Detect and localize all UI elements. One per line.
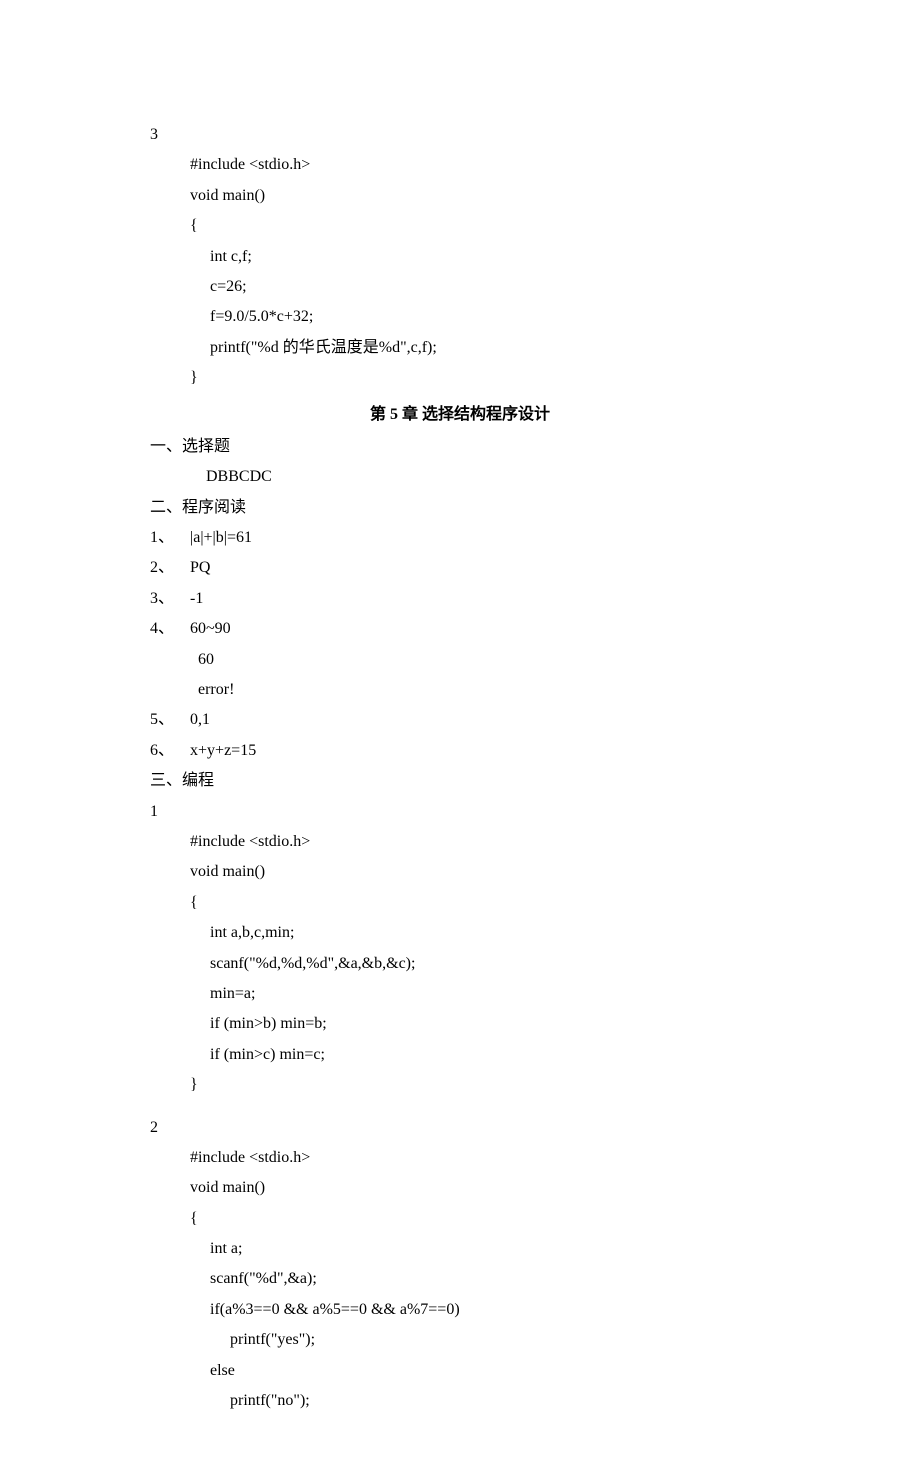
- chapter-title-a: 第: [370, 406, 386, 423]
- code-line: void main(): [150, 1173, 770, 1203]
- code-line: if(a%3==0 && a%5==0 && a%7==0): [150, 1295, 770, 1325]
- list-item-val: 60~90: [190, 620, 231, 637]
- chapter-title: 第 5 章 选择结构程序设计: [150, 400, 770, 430]
- code-line: printf("%d 的华氏温度是%d",c,f);: [150, 333, 770, 363]
- code-line: {: [150, 211, 770, 241]
- code-line: int c,f;: [150, 242, 770, 272]
- code-line: #include <stdio.h>: [150, 827, 770, 857]
- prog1-label: 1: [150, 797, 770, 827]
- code-line: int a;: [150, 1234, 770, 1264]
- list-item-num: 6、: [150, 742, 174, 759]
- section3-label: 三、编程: [150, 766, 770, 796]
- list-item-num: 1、: [150, 529, 174, 546]
- list-item: 5、 0,1: [150, 705, 770, 735]
- code-line: else: [150, 1356, 770, 1386]
- blank-line: [150, 1101, 770, 1113]
- section2-label: 二、程序阅读: [150, 493, 770, 523]
- code-line: printf("yes");: [150, 1325, 770, 1355]
- list-item: 6、 x+y+z=15: [150, 736, 770, 766]
- code-line: printf("no");: [150, 1386, 770, 1416]
- code-line: scanf("%d,%d,%d",&a,&b,&c);: [150, 949, 770, 979]
- code-line: f=9.0/5.0*c+32;: [150, 302, 770, 332]
- list-item-val: PQ: [190, 559, 210, 576]
- code-line: scanf("%d",&a);: [150, 1264, 770, 1294]
- section1-label: 一、选择题: [150, 432, 770, 462]
- list-item: 1、 |a|+|b|=61: [150, 523, 770, 553]
- code-line: void main(): [150, 181, 770, 211]
- code-line: {: [150, 888, 770, 918]
- code-line: {: [150, 1204, 770, 1234]
- list-item-val: |a|+|b|=61: [190, 529, 252, 546]
- list-item-val: 0,1: [190, 711, 210, 728]
- list-item-num: 3、: [150, 590, 174, 607]
- code-line: if (min>b) min=b;: [150, 1009, 770, 1039]
- chapter-title-num: 5: [386, 406, 402, 423]
- list-item-num: 4、: [150, 620, 174, 637]
- list-item-num: 2、: [150, 559, 174, 576]
- list-item-num: 5、: [150, 711, 174, 728]
- chapter-title-b: 章 选择结构程序设计: [402, 406, 550, 423]
- code-line: c=26;: [150, 272, 770, 302]
- list-item: 4、 60~90: [150, 614, 770, 644]
- list-item-val: x+y+z=15: [190, 742, 256, 759]
- list-item-cont: error!: [150, 675, 770, 705]
- code-line: if (min>c) min=c;: [150, 1040, 770, 1070]
- list-item: 3、 -1: [150, 584, 770, 614]
- code3-label: 3: [150, 120, 770, 150]
- prog2-label: 2: [150, 1113, 770, 1143]
- code-line: #include <stdio.h>: [150, 1143, 770, 1173]
- code-line: }: [150, 363, 770, 393]
- code-line: int a,b,c,min;: [150, 918, 770, 948]
- code-line: #include <stdio.h>: [150, 150, 770, 180]
- code-line: min=a;: [150, 979, 770, 1009]
- code-line: void main(): [150, 857, 770, 887]
- section1-answer: DBBCDC: [150, 462, 770, 492]
- list-item: 2、 PQ: [150, 553, 770, 583]
- list-item-val: -1: [190, 590, 203, 607]
- list-item-cont: 60: [150, 645, 770, 675]
- code-line: }: [150, 1070, 770, 1100]
